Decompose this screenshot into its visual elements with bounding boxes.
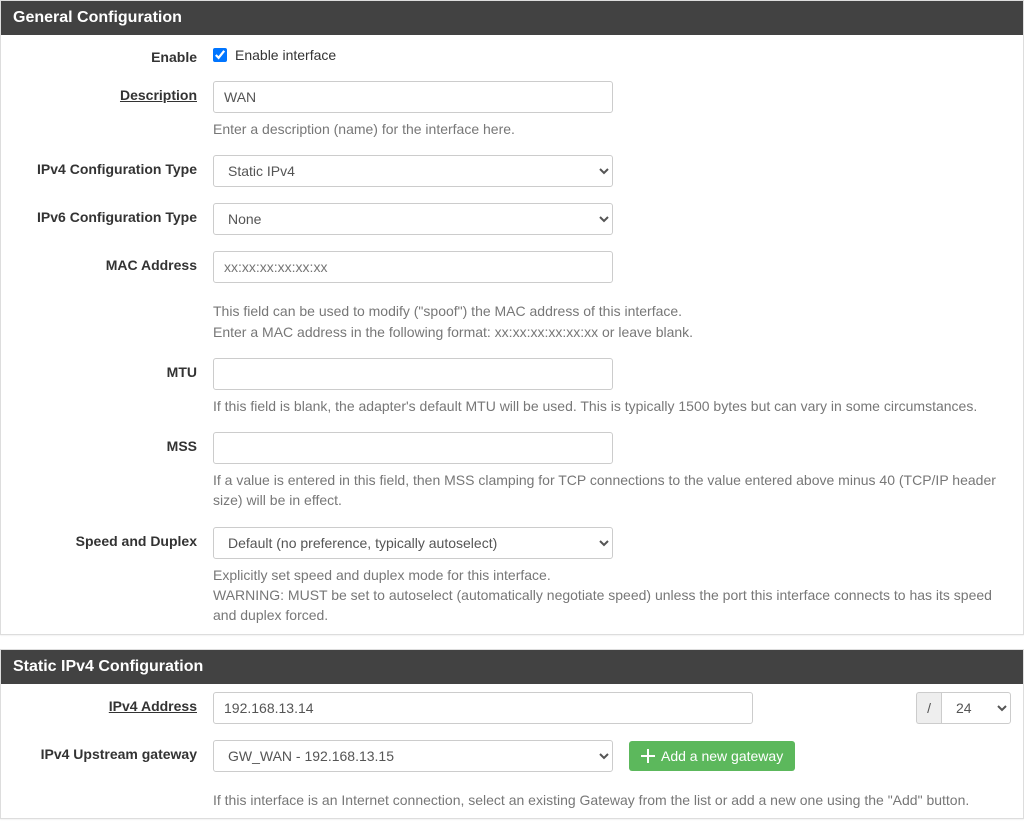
- speed-help-1: Explicitly set speed and duplex mode for…: [213, 565, 1011, 585]
- add-gateway-button-label: Add a new gateway: [661, 748, 783, 764]
- mac-input[interactable]: [213, 251, 613, 283]
- description-input[interactable]: [213, 81, 613, 113]
- speed-select[interactable]: Default (no preference, typically autose…: [213, 527, 613, 559]
- speed-label: Speed and Duplex: [1, 527, 211, 549]
- ipv4-type-select[interactable]: Static IPv4: [213, 155, 613, 187]
- ipv4-gateway-label: IPv4 Upstream gateway: [1, 740, 211, 762]
- enable-checkbox-label: Enable interface: [235, 47, 336, 63]
- general-config-header: General Configuration: [1, 1, 1023, 35]
- static-ipv4-header: Static IPv4 Configuration: [1, 650, 1023, 684]
- speed-help-2: WARNING: MUST be set to autoselect (auto…: [213, 585, 1011, 626]
- static-ipv4-panel: Static IPv4 Configuration IPv4 Address /…: [0, 649, 1024, 819]
- ipv6-type-row: IPv6 Configuration Type None: [1, 195, 1023, 243]
- ipv4-gateway-select[interactable]: GW_WAN - 192.168.13.15: [213, 740, 613, 772]
- mss-row: MSS If a value is entered in this field,…: [1, 424, 1023, 519]
- speed-row: Speed and Duplex Default (no preference,…: [1, 519, 1023, 634]
- ipv4-address-label: IPv4 Address: [1, 692, 211, 714]
- cidr-slash: /: [916, 692, 941, 724]
- ipv4-gateway-help: If this interface is an Internet connect…: [213, 790, 1011, 810]
- enable-row: Enable Enable interface: [1, 35, 1023, 73]
- mac-help-1: This field can be used to modify ("spoof…: [213, 301, 1011, 321]
- enable-label: Enable: [1, 43, 211, 65]
- ipv4-gateway-row: IPv4 Upstream gateway GW_WAN - 192.168.1…: [1, 732, 1023, 818]
- mss-input[interactable]: [213, 432, 613, 464]
- mtu-row: MTU If this field is blank, the adapter'…: [1, 350, 1023, 424]
- plus-icon: [641, 749, 655, 763]
- ipv6-type-label: IPv6 Configuration Type: [1, 203, 211, 225]
- mss-help: If a value is entered in this field, the…: [213, 470, 1011, 511]
- ipv4-cidr-select[interactable]: 24: [941, 692, 1011, 724]
- ipv4-address-input[interactable]: [213, 692, 753, 724]
- ipv6-type-select[interactable]: None: [213, 203, 613, 235]
- ipv4-type-row: IPv4 Configuration Type Static IPv4: [1, 147, 1023, 195]
- mtu-input[interactable]: [213, 358, 613, 390]
- mac-label: MAC Address: [1, 251, 211, 273]
- mtu-help: If this field is blank, the adapter's de…: [213, 396, 1011, 416]
- mac-help-2: Enter a MAC address in the following for…: [213, 322, 1011, 342]
- ipv4-address-row: IPv4 Address / 24: [1, 684, 1023, 732]
- mss-label: MSS: [1, 432, 211, 454]
- add-gateway-button[interactable]: Add a new gateway: [629, 741, 795, 771]
- enable-checkbox[interactable]: [213, 48, 227, 62]
- general-configuration-panel: General Configuration Enable Enable inte…: [0, 0, 1024, 635]
- description-help: Enter a description (name) for the inter…: [213, 119, 1011, 139]
- description-row: Description Enter a description (name) f…: [1, 73, 1023, 147]
- ipv4-type-label: IPv4 Configuration Type: [1, 155, 211, 177]
- description-label: Description: [1, 81, 211, 103]
- mac-row: MAC Address This field can be used to mo…: [1, 243, 1023, 350]
- mtu-label: MTU: [1, 358, 211, 380]
